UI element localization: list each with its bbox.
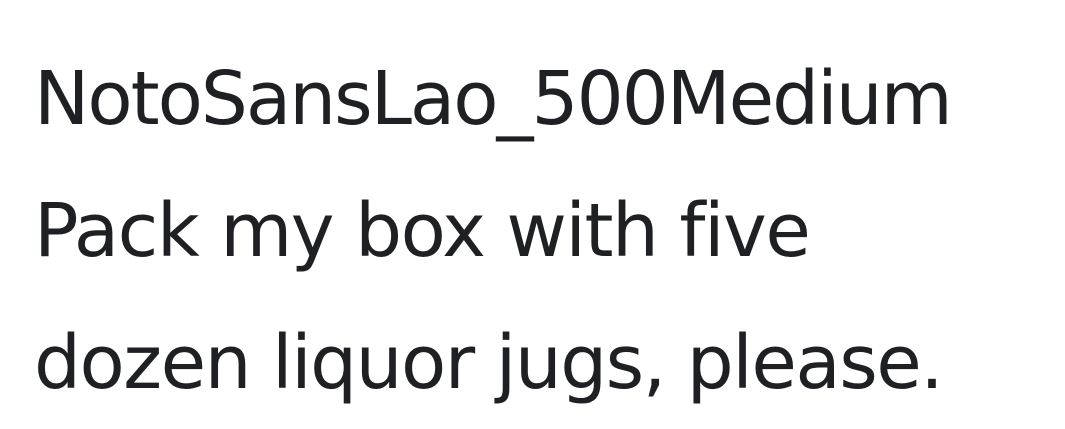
sample-line-2: dozen liquor jugs, please. — [34, 320, 944, 406]
sample-line-1: Pack my box with five — [34, 188, 811, 274]
font-name-label: NotoSansLao_500Medium — [34, 56, 953, 142]
font-sample: NotoSansLao_500Medium Pack my box with f… — [34, 33, 1054, 429]
